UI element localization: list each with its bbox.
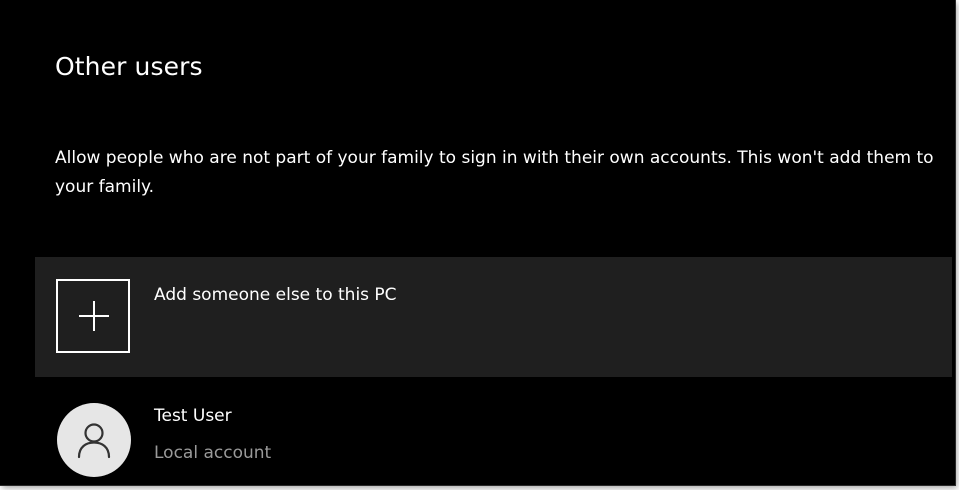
user-name: Test User [154,406,232,426]
settings-window: Other users Allow people who are not par… [0,0,955,485]
user-item-test-user[interactable]: Test User Local account [35,385,952,485]
plus-icon [56,279,130,353]
add-someone-else-label: Add someone else to this PC [154,285,397,305]
person-icon [77,423,111,459]
add-someone-else-button[interactable]: Add someone else to this PC [35,257,952,377]
section-title: Other users [55,52,203,81]
plus-icon-vertical [93,301,95,331]
avatar [57,403,131,477]
section-description: Allow people who are not part of your fa… [55,148,934,197]
user-account-type: Local account [154,443,272,463]
